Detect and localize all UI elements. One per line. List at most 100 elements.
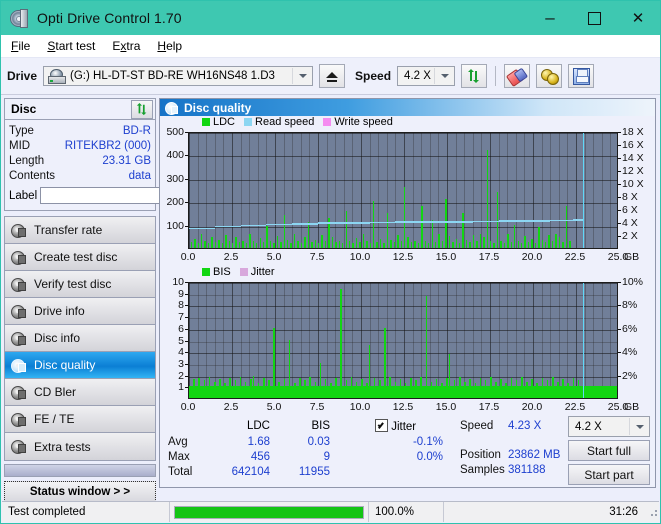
- speed-select-value: 4.2 X: [404, 70, 431, 82]
- menu-start-test[interactable]: Start test: [47, 39, 95, 53]
- disc-icon: [11, 359, 26, 372]
- charts-area: LDCRead speedWrite speed1002003004005002…: [160, 116, 655, 488]
- data-bar: [487, 150, 488, 248]
- read-speed-line: [421, 221, 447, 223]
- data-bar: [277, 236, 278, 248]
- eject-button[interactable]: [319, 64, 345, 88]
- data-bar: [349, 241, 350, 248]
- data-bar: [426, 296, 428, 398]
- stats-row-label-avg: Avg: [168, 436, 188, 448]
- speed-readout-value: 4.23 X: [508, 420, 541, 432]
- close-button[interactable]: ✕: [616, 1, 660, 35]
- read-speed-line: [292, 223, 318, 225]
- disc-refresh-button[interactable]: [131, 100, 153, 119]
- x-axis-tick-label: 7.5: [305, 401, 329, 413]
- data-bar: [562, 242, 563, 248]
- plot-area[interactable]: [188, 132, 618, 249]
- data-bar: [390, 240, 391, 248]
- data-bar: [273, 243, 274, 248]
- x-axis-tick-label: 20.0: [520, 401, 544, 413]
- sidebar-item-cd-bler[interactable]: CD Bler: [5, 379, 155, 406]
- sidebar-spacer: [4, 464, 156, 477]
- data-bar: [342, 243, 343, 248]
- data-bar: [263, 242, 264, 248]
- start-full-button[interactable]: Start full: [568, 440, 650, 461]
- sidebar-item-disc-info[interactable]: Disc info: [5, 325, 155, 352]
- y-axis-right-tick-label: 14 X: [622, 152, 644, 164]
- sidebar-item-label: Create test disc: [34, 250, 117, 264]
- bis-baseline: [189, 386, 617, 398]
- speed-select[interactable]: 4.2 X: [397, 66, 455, 86]
- bottom-chart: BISJitter123456789102%4%6%8%10%0.02.55.0…: [160, 266, 655, 416]
- y-axis-tick-label: 1: [160, 381, 184, 393]
- maximize-button[interactable]: [572, 1, 616, 35]
- sidebar-item-fe-te[interactable]: FE / TE: [5, 406, 155, 433]
- start-part-button[interactable]: Start part: [568, 464, 650, 485]
- y-axis-tick-label: 7: [160, 311, 184, 323]
- data-bar: [301, 243, 302, 248]
- x-axis-tick-label: 15.0: [434, 251, 458, 263]
- test-speed-value: 4.2 X: [575, 421, 602, 433]
- data-bar: [335, 242, 336, 248]
- sidebar-item-extra-tests[interactable]: Extra tests: [5, 433, 155, 460]
- y-axis-tick-label: 5: [160, 335, 184, 347]
- data-bar: [462, 213, 463, 248]
- title-bar: Opti Drive Control 1.70 – ✕: [1, 1, 660, 35]
- jitter-checkbox[interactable]: Jitter: [375, 419, 416, 433]
- save-button[interactable]: [568, 64, 594, 88]
- progress-percent: 100.0%: [368, 502, 444, 522]
- data-bar: [504, 243, 505, 248]
- data-bar: [201, 234, 202, 248]
- chart-legend: BISJitter: [202, 266, 280, 278]
- data-bar: [466, 240, 467, 248]
- sidebar-item-drive-info[interactable]: Drive info: [5, 298, 155, 325]
- data-bar: [215, 242, 216, 248]
- tools-button[interactable]: [536, 64, 562, 88]
- data-bar: [256, 243, 257, 248]
- read-speed-line: [395, 221, 421, 223]
- data-bar: [511, 242, 512, 248]
- resize-grip[interactable]: [647, 506, 659, 518]
- test-speed-select[interactable]: 4.2 X: [568, 416, 650, 437]
- disc-icon: [11, 224, 26, 237]
- status-window-button[interactable]: Status window > >: [4, 481, 156, 502]
- main-panel: Disc quality LDCRead speedWrite speed100…: [159, 95, 660, 488]
- app-window: Opti Drive Control 1.70 – ✕ File Start t…: [0, 0, 661, 524]
- data-bar: [548, 235, 549, 248]
- sidebar-item-transfer-rate[interactable]: Transfer rate: [5, 217, 155, 244]
- sidebar-item-verify-test-disc[interactable]: Verify test disc: [5, 271, 155, 298]
- drive-label: Drive: [7, 69, 37, 83]
- menu-extra[interactable]: Extra: [112, 39, 140, 53]
- drive-select[interactable]: (G:) HL-DT-ST BD-RE WH16NS48 1.D3: [43, 66, 313, 86]
- menu-file[interactable]: File: [11, 39, 30, 53]
- sidebar-item-create-test-disc[interactable]: Create test disc: [5, 244, 155, 271]
- x-axis-tick-label: 15.0: [434, 401, 458, 413]
- stats-avg-bis: 0.03: [275, 436, 330, 448]
- x-axis-tick-label: 17.5: [477, 251, 501, 263]
- x-axis-tick-label: 22.5: [563, 251, 587, 263]
- y-axis-tick-label: 3: [160, 358, 184, 370]
- stats-total-bis: 11955: [275, 466, 330, 478]
- panel-title: Disc quality: [184, 101, 251, 115]
- y-axis-tick-label: 400: [160, 149, 184, 161]
- legend-label: Jitter: [251, 266, 275, 278]
- status-bar: Test completed 100.0% 31:26: [2, 501, 659, 522]
- refresh-button[interactable]: [461, 64, 487, 88]
- sidebar-item-label: Verify test disc: [34, 277, 111, 291]
- minimize-button[interactable]: –: [528, 1, 572, 44]
- legend-swatch: [202, 268, 210, 276]
- data-bar: [428, 243, 429, 248]
- disc-panel-header: Disc: [5, 99, 155, 120]
- sidebar-item-disc-quality[interactable]: Disc quality: [5, 352, 155, 379]
- data-bar: [442, 241, 443, 248]
- data-bar: [535, 243, 536, 248]
- legend-entry: Write speed: [323, 116, 393, 128]
- erase-button[interactable]: [504, 64, 530, 88]
- menu-help[interactable]: Help: [157, 39, 182, 53]
- samples-value: 381188: [508, 464, 546, 476]
- y-axis-right-tick-label: 4%: [622, 346, 637, 358]
- plot-area[interactable]: [188, 282, 618, 399]
- data-bar: [459, 243, 460, 248]
- sidebar-item-label: Disc info: [34, 331, 80, 345]
- speed-label: Speed: [355, 69, 391, 83]
